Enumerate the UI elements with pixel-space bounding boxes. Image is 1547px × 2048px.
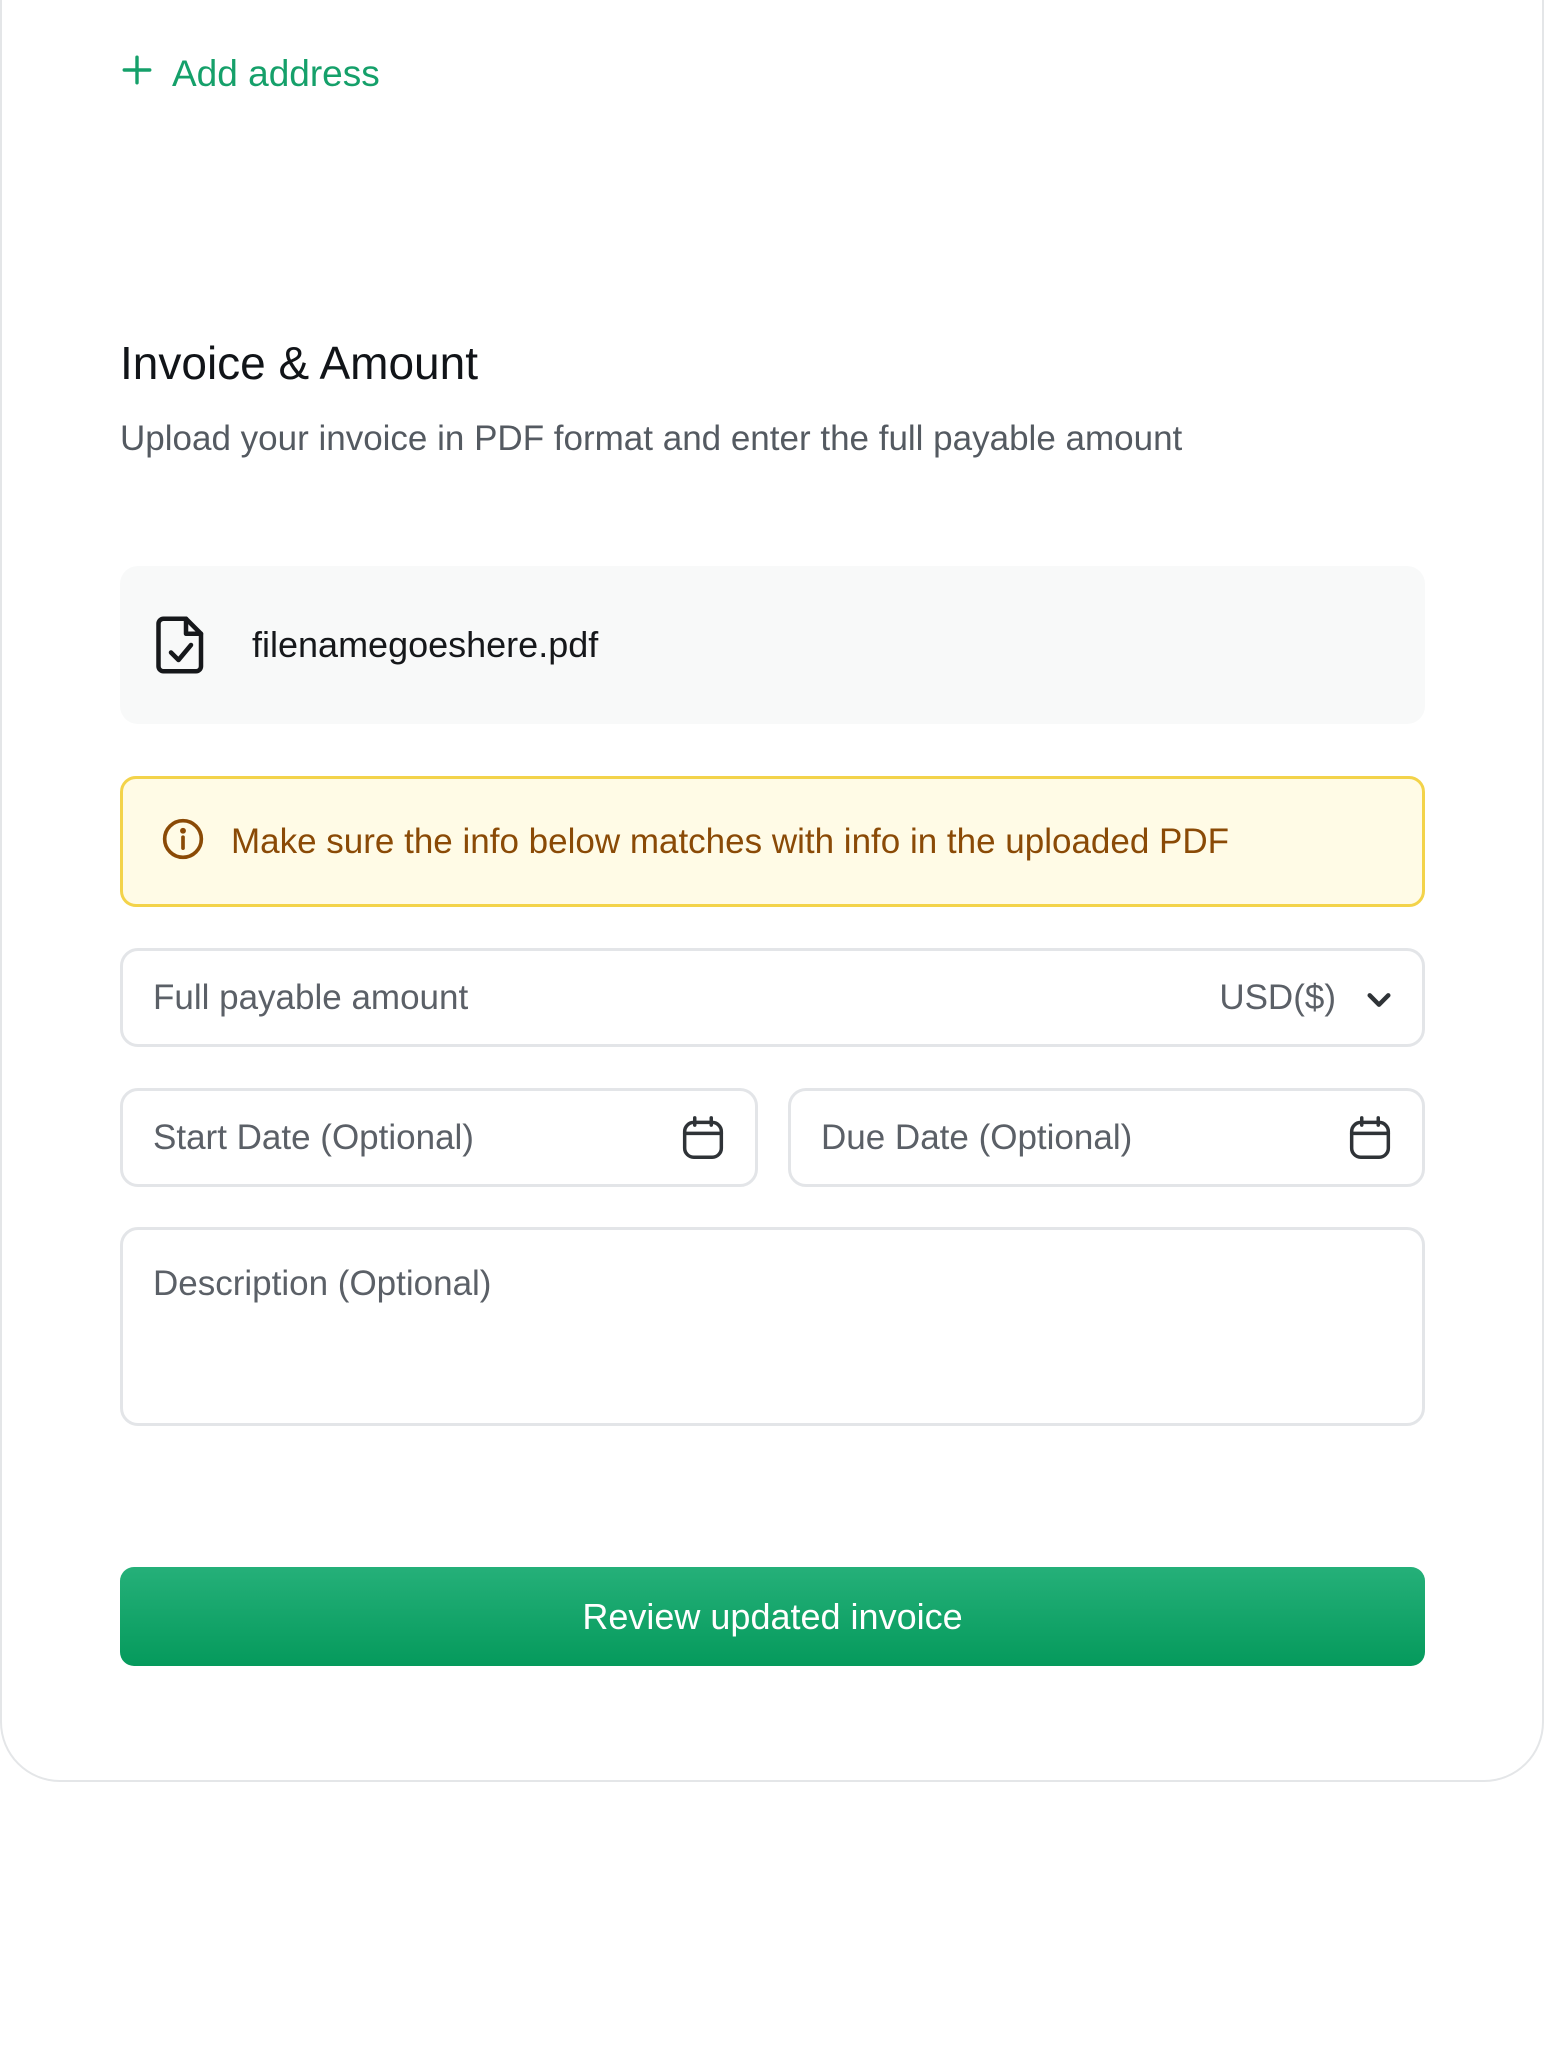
amount-placeholder: Full payable amount (153, 977, 469, 1017)
amount-input[interactable]: Full payable amount USD($) (120, 948, 1425, 1047)
section-title: Invoice & Amount (120, 337, 478, 389)
description-placeholder: Description (Optional) (153, 1264, 492, 1303)
add-address-button[interactable]: Add address (120, 48, 380, 100)
notice-text: Make sure the info below matches with in… (231, 821, 1230, 861)
start-date-input[interactable]: Start Date (Optional) (120, 1088, 758, 1187)
uploaded-file[interactable]: filenamegoeshere.pdf (120, 566, 1425, 724)
chevron-down-icon (1366, 978, 1392, 1018)
currency-value: USD($) (1219, 977, 1336, 1017)
add-address-label: Add address (172, 53, 380, 94)
currency-select[interactable]: USD($) (1219, 978, 1392, 1018)
section-subtitle: Upload your invoice in PDF format and en… (120, 419, 1183, 458)
start-date-placeholder: Start Date (Optional) (153, 1117, 474, 1157)
file-name: filenamegoeshere.pdf (252, 624, 599, 665)
info-icon (161, 817, 205, 866)
file-check-icon (156, 615, 206, 675)
calendar-icon[interactable] (1348, 1115, 1392, 1161)
review-invoice-button[interactable]: Review updated invoice (120, 1567, 1425, 1666)
description-textarea[interactable]: Description (Optional) (120, 1227, 1425, 1426)
plus-icon (120, 53, 154, 96)
due-date-placeholder: Due Date (Optional) (821, 1117, 1133, 1157)
calendar-icon[interactable] (681, 1115, 725, 1161)
due-date-input[interactable]: Due Date (Optional) (788, 1088, 1425, 1187)
info-notice: Make sure the info below matches with in… (120, 776, 1425, 907)
